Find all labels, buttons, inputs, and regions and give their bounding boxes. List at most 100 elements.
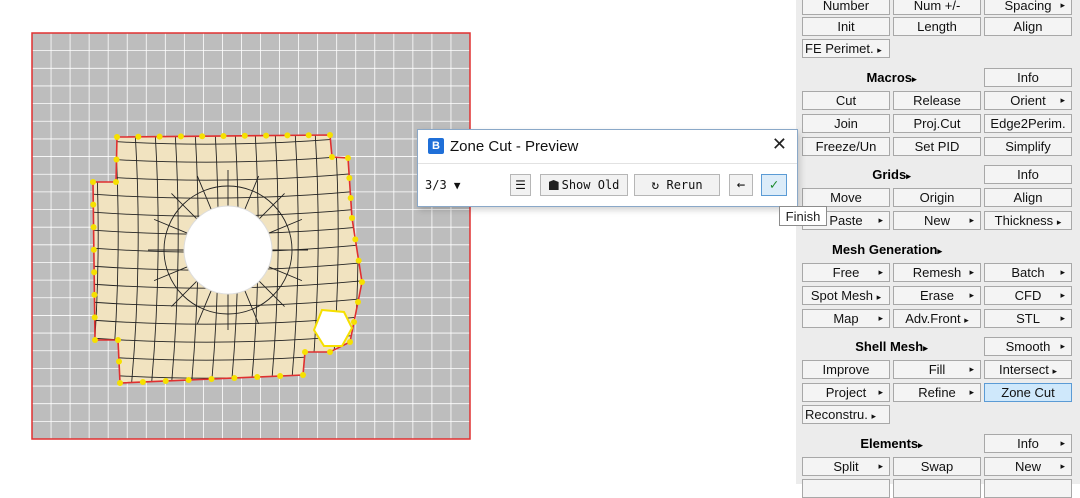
- set-pid-button[interactable]: Set PID: [893, 137, 981, 156]
- submenu-arrow-icon: ▸: [969, 364, 974, 374]
- split-button[interactable]: Split ▸: [802, 457, 890, 476]
- grids-new-button[interactable]: New ▸: [893, 211, 981, 230]
- boundary-node: [90, 224, 97, 231]
- shell-mesh-header[interactable]: Shell Mesh▸: [802, 337, 981, 356]
- fill-button[interactable]: Fill ▸: [893, 360, 981, 379]
- stl-button[interactable]: STL ▸: [984, 309, 1072, 328]
- boundary-node: [277, 373, 284, 379]
- erase-button[interactable]: Erase ▸: [893, 286, 981, 305]
- zone-cut-preview-dialog: B Zone Cut - Preview ✕ 3/3 ▼ ☰ Show Old …: [417, 129, 798, 207]
- orient-button[interactable]: Orient ▸: [984, 91, 1072, 110]
- smooth-button[interactable]: Smooth ▸: [984, 337, 1072, 356]
- submenu-arrow-icon: ▸: [1060, 290, 1065, 300]
- cut-button[interactable]: Cut: [802, 91, 890, 110]
- boundary-node: [90, 179, 96, 185]
- show-old-button[interactable]: Show Old: [540, 174, 628, 196]
- boundary-node: [263, 132, 270, 139]
- swap-button[interactable]: Swap: [893, 457, 981, 476]
- submenu-arrow-icon: ▸: [906, 171, 911, 181]
- rerun-button[interactable]: ↻ Rerun: [634, 174, 720, 196]
- boundary-node: [91, 314, 98, 321]
- menu-button[interactable]: ☰: [510, 174, 531, 196]
- boundary-node: [352, 236, 359, 243]
- remesh-button[interactable]: Remesh ▸: [893, 263, 981, 282]
- show-old-icon: [548, 180, 559, 190]
- chevron-down-icon: ▼: [453, 179, 461, 192]
- reconstru-button[interactable]: Reconstru. ▸: [802, 405, 890, 424]
- large-hole: [183, 205, 273, 295]
- origin-button[interactable]: Origin: [893, 188, 981, 207]
- intersect-button[interactable]: Intersect ▸: [984, 360, 1072, 379]
- spot-mesh-button[interactable]: Spot Mesh ▸: [802, 286, 890, 305]
- elements-header[interactable]: Elements▸: [802, 434, 981, 453]
- adv-front-button[interactable]: Adv.Front ▸: [893, 309, 981, 328]
- back-button[interactable]: ←: [729, 174, 753, 196]
- boundary-node: [300, 372, 306, 378]
- elements-info-button[interactable]: Info ▸: [984, 434, 1072, 453]
- spacing-button[interactable]: Spacing ▸: [984, 0, 1072, 15]
- freeze-un-button[interactable]: Freeze/Un: [802, 137, 890, 156]
- submenu-arrow-icon: ▸: [1052, 366, 1057, 376]
- submenu-arrow-icon: ▸: [878, 215, 883, 225]
- proj-cut-button[interactable]: Proj.Cut: [893, 114, 981, 133]
- boundary-node: [302, 349, 308, 355]
- mesh-viewport[interactable]: [0, 0, 790, 484]
- boundary-node: [329, 154, 335, 160]
- init-button[interactable]: Init: [802, 17, 890, 36]
- title-separator: [418, 163, 797, 164]
- free-button[interactable]: Free ▸: [802, 263, 890, 282]
- cfd-button[interactable]: CFD ▸: [984, 286, 1072, 305]
- submenu-arrow-icon: ▸: [871, 411, 877, 421]
- length-button[interactable]: Length: [893, 17, 981, 36]
- submenu-arrow-icon: ▸: [1060, 267, 1065, 277]
- improve-button[interactable]: Improve: [802, 360, 890, 379]
- boundary-node: [347, 195, 354, 201]
- release-button[interactable]: Release: [893, 91, 981, 110]
- batch-button[interactable]: Batch ▸: [984, 263, 1072, 282]
- simplify-button[interactable]: Simplify: [984, 137, 1072, 156]
- fe-perimet-button[interactable]: FE Perimet. ▸: [802, 39, 890, 58]
- finish-button[interactable]: ✓: [761, 174, 787, 196]
- align-button[interactable]: Align: [984, 17, 1072, 36]
- grids-info-button[interactable]: Info: [984, 165, 1072, 184]
- command-panel: Number Num +/- Spacing ▸ Init Length Alig…: [796, 0, 1080, 498]
- close-icon[interactable]: ✕: [772, 134, 787, 155]
- refine-button[interactable]: Refine ▸: [893, 383, 981, 402]
- num-plus-minus-button[interactable]: Num +/-: [893, 0, 981, 15]
- zone-cut-button[interactable]: Zone Cut: [984, 383, 1072, 402]
- boundary-node: [345, 155, 351, 161]
- grids-align-button[interactable]: Align: [984, 188, 1072, 207]
- macros-header[interactable]: Macros▸: [802, 68, 981, 87]
- submenu-arrow-icon: ▸: [918, 440, 923, 450]
- submenu-arrow-icon: ▸: [969, 387, 974, 397]
- elements-row-cut-button[interactable]: [984, 479, 1072, 498]
- step-selector[interactable]: 3/3 ▼: [425, 178, 461, 192]
- submenu-arrow-icon: ▸: [1060, 95, 1065, 105]
- submenu-arrow-icon: ▸: [969, 267, 974, 277]
- project-button[interactable]: Project ▸: [802, 383, 890, 402]
- submenu-arrow-icon: ▸: [1060, 313, 1065, 323]
- macros-info-button[interactable]: Info: [984, 68, 1072, 87]
- step-value: 3/3: [425, 178, 447, 192]
- map-button[interactable]: Map ▸: [802, 309, 890, 328]
- submenu-arrow-icon: ▸: [923, 343, 928, 353]
- elements-row-cut-button[interactable]: [802, 479, 890, 498]
- elements-new-button[interactable]: New ▸: [984, 457, 1072, 476]
- rerun-icon: ↻: [651, 178, 660, 193]
- elements-row-cut-button[interactable]: [893, 479, 981, 498]
- grids-header[interactable]: Grids▸: [802, 165, 981, 184]
- thickness-button[interactable]: Thickness ▸: [984, 211, 1072, 230]
- submenu-arrow-icon: ▸: [878, 461, 883, 471]
- mesh-generation-header[interactable]: Mesh Generation▸: [802, 240, 1072, 259]
- boundary-node: [162, 378, 169, 384]
- boundary-node: [355, 299, 361, 305]
- join-button[interactable]: Join: [802, 114, 890, 133]
- number-button[interactable]: Number: [802, 0, 890, 15]
- edge2perim-button[interactable]: Edge2Perim.: [984, 114, 1072, 133]
- boundary-node: [135, 133, 142, 140]
- submenu-arrow-icon: ▸: [969, 215, 974, 225]
- boundary-node: [349, 215, 355, 221]
- submenu-arrow-icon: ▸: [1060, 438, 1065, 448]
- boundary-node: [116, 358, 122, 365]
- move-button[interactable]: Move: [802, 188, 890, 207]
